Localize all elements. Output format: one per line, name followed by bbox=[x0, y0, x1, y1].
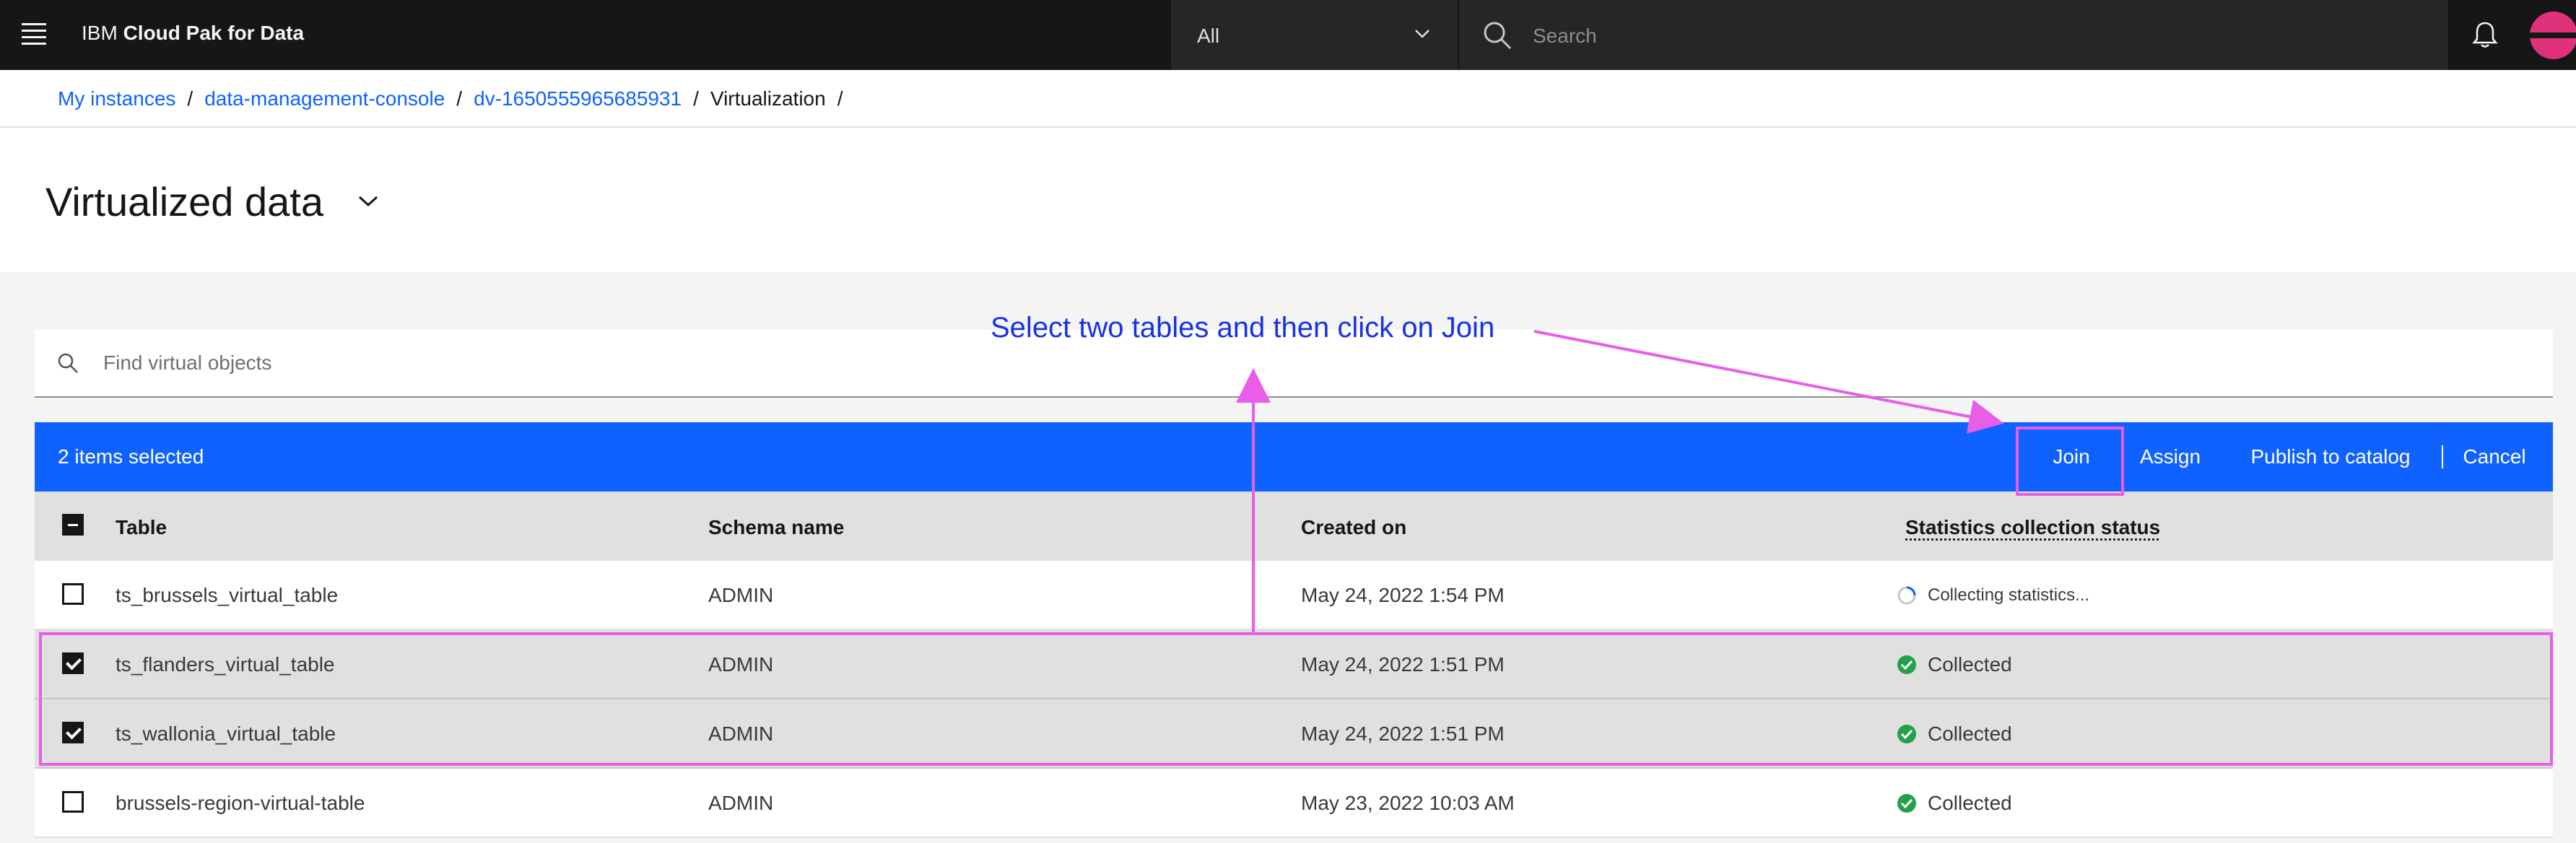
brand-name: Cloud Pak for Data bbox=[123, 22, 305, 44]
cell-table-name: ts_brussels_virtual_table bbox=[116, 584, 339, 606]
bell-icon bbox=[2472, 22, 2498, 48]
cell-schema: ADMIN bbox=[708, 584, 774, 606]
row-checkbox[interactable] bbox=[62, 583, 84, 605]
table-row[interactable]: ts_brussels_virtual_table ADMIN May 24, … bbox=[35, 561, 2553, 630]
brand-prefix: IBM bbox=[82, 22, 118, 44]
cell-status: Collecting statistics... bbox=[1928, 585, 2090, 605]
breadcrumb-separator: / bbox=[187, 87, 193, 110]
annotation-instruction: Select two tables and then click on Join bbox=[991, 312, 1495, 344]
product-name[interactable]: IBM Cloud Pak for Data bbox=[82, 22, 304, 45]
column-header-status[interactable]: Statistics collection status bbox=[1905, 516, 2160, 539]
page-title: Virtualized data bbox=[45, 179, 323, 224]
avatar bbox=[2530, 12, 2576, 59]
breadcrumb-separator: / bbox=[456, 87, 463, 110]
assign-button[interactable]: Assign bbox=[2133, 422, 2208, 492]
breadcrumb: My instances / data-management-console / dv-… bbox=[58, 87, 854, 110]
breadcrumb-separator: / bbox=[693, 87, 699, 110]
column-header-schema[interactable]: Schema name bbox=[708, 516, 844, 539]
notifications-button[interactable] bbox=[2450, 0, 2520, 70]
column-header-created[interactable]: Created on bbox=[1301, 516, 1406, 539]
search-scope-dropdown[interactable]: All bbox=[1172, 0, 1458, 70]
checkmark-filled-icon bbox=[1897, 794, 1916, 813]
search-icon bbox=[58, 353, 78, 373]
items-selected-count: 2 items selected bbox=[58, 445, 204, 468]
search-icon bbox=[1484, 22, 1512, 50]
chevron-down-icon bbox=[1415, 30, 1430, 38]
cell-created: May 23, 2022 10:03 AM bbox=[1301, 792, 1515, 814]
column-header-table[interactable]: Table bbox=[116, 516, 167, 539]
cell-created: May 24, 2022 1:54 PM bbox=[1301, 584, 1505, 606]
loading-spinner-icon bbox=[1897, 586, 1916, 605]
annotation-rows-highlight bbox=[39, 632, 2553, 766]
row-checkbox[interactable] bbox=[62, 791, 84, 813]
breadcrumb-current: Virtualization bbox=[710, 87, 826, 110]
table-header-row: Table Schema name Created on Statistics … bbox=[35, 492, 2553, 561]
table-row[interactable]: brussels-region-virtual-table ADMIN May … bbox=[35, 769, 2553, 838]
hamburger-menu-icon[interactable] bbox=[22, 23, 46, 45]
breadcrumb-data-management-console[interactable]: data-management-console bbox=[204, 87, 445, 110]
cell-status: Collected bbox=[1928, 792, 2012, 814]
user-avatar-button[interactable] bbox=[2523, 0, 2576, 70]
global-search-placeholder: Search bbox=[1533, 25, 1597, 47]
breadcrumb-separator: / bbox=[837, 87, 843, 110]
cell-table-name: brussels-region-virtual-table bbox=[116, 792, 365, 814]
batch-action-bar: 2 items selected Join Assign Publish to … bbox=[35, 422, 2553, 492]
page-header: Virtualized data bbox=[0, 128, 2576, 272]
find-virtual-objects-placeholder: Find virtual objects bbox=[103, 351, 272, 374]
breadcrumb-instance[interactable]: dv-1650555965685931 bbox=[474, 87, 682, 110]
batch-divider bbox=[2442, 445, 2443, 468]
publish-to-catalog-button[interactable]: Publish to catalog bbox=[2240, 422, 2421, 492]
annotation-join-highlight bbox=[2016, 427, 2124, 496]
cancel-button[interactable]: Cancel bbox=[2455, 422, 2534, 492]
cell-schema: ADMIN bbox=[708, 792, 774, 814]
breadcrumb-my-instances[interactable]: My instances bbox=[58, 87, 175, 110]
global-search-input[interactable]: Search bbox=[1459, 0, 2448, 70]
breadcrumb-bar: My instances / data-management-console / dv-… bbox=[0, 70, 2576, 128]
page-switcher-chevron-icon[interactable] bbox=[356, 193, 380, 209]
top-header: IBM Cloud Pak for Data All Search bbox=[0, 0, 2576, 70]
search-scope-value: All bbox=[1197, 25, 1220, 47]
select-all-checkbox[interactable] bbox=[62, 514, 84, 536]
